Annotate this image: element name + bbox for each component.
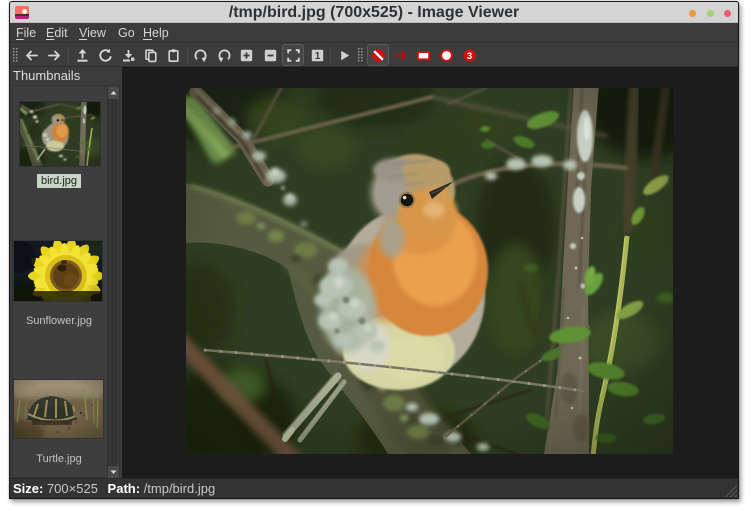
svg-text:1: 1 [315, 51, 321, 62]
svg-text:3: 3 [466, 51, 471, 62]
